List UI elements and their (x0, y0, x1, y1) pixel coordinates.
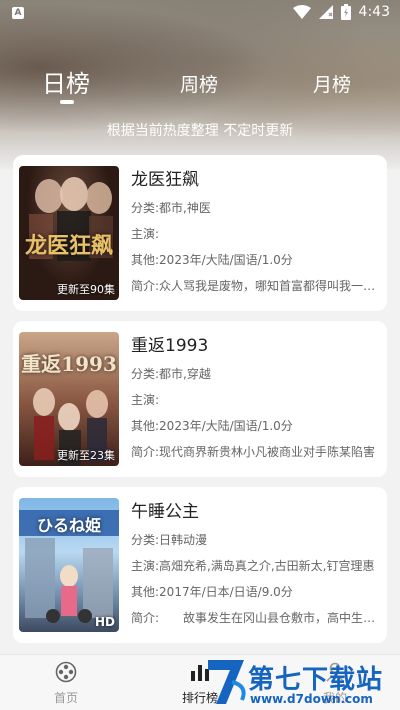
watermark-logo-icon (208, 660, 246, 704)
item-category: 分类:都市,神医 (131, 201, 211, 215)
watermark-url: www.d7down.com (250, 692, 373, 706)
item-category: 分类:日韩动漫 (131, 533, 208, 547)
poster-image: 重返1993 更新至23集 (19, 332, 119, 466)
app-notification-icon: A (12, 7, 24, 19)
poster-title-art: 龙医狂飙 (24, 233, 113, 259)
clock-time: 4:43 (358, 4, 390, 20)
site-watermark: 第七下载站 www.d7down.com (200, 654, 400, 710)
quality-badge: HD (94, 615, 115, 629)
item-other: 其他:2017年/日本/日语/9.0分 (131, 585, 293, 599)
item-title: 重返1993 (131, 336, 209, 356)
list-item[interactable]: ひるね姫 HD 午睡公主 分类:日韩动漫 主演:高畑充希,满岛真之介,古田新太,… (13, 487, 387, 643)
poster-image: 龙医狂飙 更新至90集 (19, 166, 119, 300)
watermark-title: 第七下载站 (248, 665, 384, 695)
wifi-icon (292, 5, 311, 19)
episode-badge: 更新至90集 (57, 283, 115, 296)
tab-monthly[interactable]: 月榜 (313, 70, 351, 97)
signal-icon (318, 5, 333, 19)
item-cast: 主演:高畑充希,满岛真之介,古田新太,钉宫理惠 (131, 559, 375, 573)
item-intro: 简介:现代商界新贵林小凡被商业对手陈某陷害 (131, 445, 376, 459)
list-item[interactable]: 龙医狂飙 更新至90集 龙医狂飙 分类:都市,神医 主演: 其他:2023年/大… (13, 155, 387, 311)
film-reel-icon (55, 661, 77, 683)
item-intro: 简介: 故事发生在冈山县仓敷市，高中生森川心美 (131, 611, 381, 625)
poster-title-art: ひるね姫 (36, 516, 101, 535)
nav-home[interactable]: 首页 (36, 661, 96, 706)
item-intro: 简介:众人骂我是废物，哪知首富都得叫我一声恩人 (131, 279, 381, 293)
tab-weekly[interactable]: 周榜 (180, 70, 218, 97)
episode-badge: 更新至23集 (57, 449, 115, 462)
item-title: 午睡公主 (131, 502, 199, 522)
item-other: 其他:2023年/大陆/国语/1.0分 (131, 253, 293, 267)
battery-icon (340, 4, 351, 20)
item-cast: 主演: (131, 393, 160, 407)
poster-title-art: 重返1993 (21, 352, 117, 376)
nav-home-label: 首页 (53, 691, 78, 705)
poster-image: ひるね姫 HD (19, 498, 119, 632)
ranking-subtitle: 根据当前热度整理 不定时更新 (106, 123, 294, 139)
status-bar: A 4:43 (0, 0, 400, 28)
active-tab-indicator (60, 100, 74, 104)
item-category: 分类:都市,穿越 (131, 367, 211, 381)
tab-daily[interactable]: 日榜 (42, 64, 90, 99)
item-title: 龙医狂飙 (131, 170, 199, 190)
item-cast: 主演: (131, 227, 160, 241)
item-other: 其他:2023年/大陆/国语/1.0分 (131, 419, 293, 433)
list-item[interactable]: 重返1993 更新至23集 重返1993 分类:都市,穿越 主演: 其他:202… (13, 321, 387, 477)
